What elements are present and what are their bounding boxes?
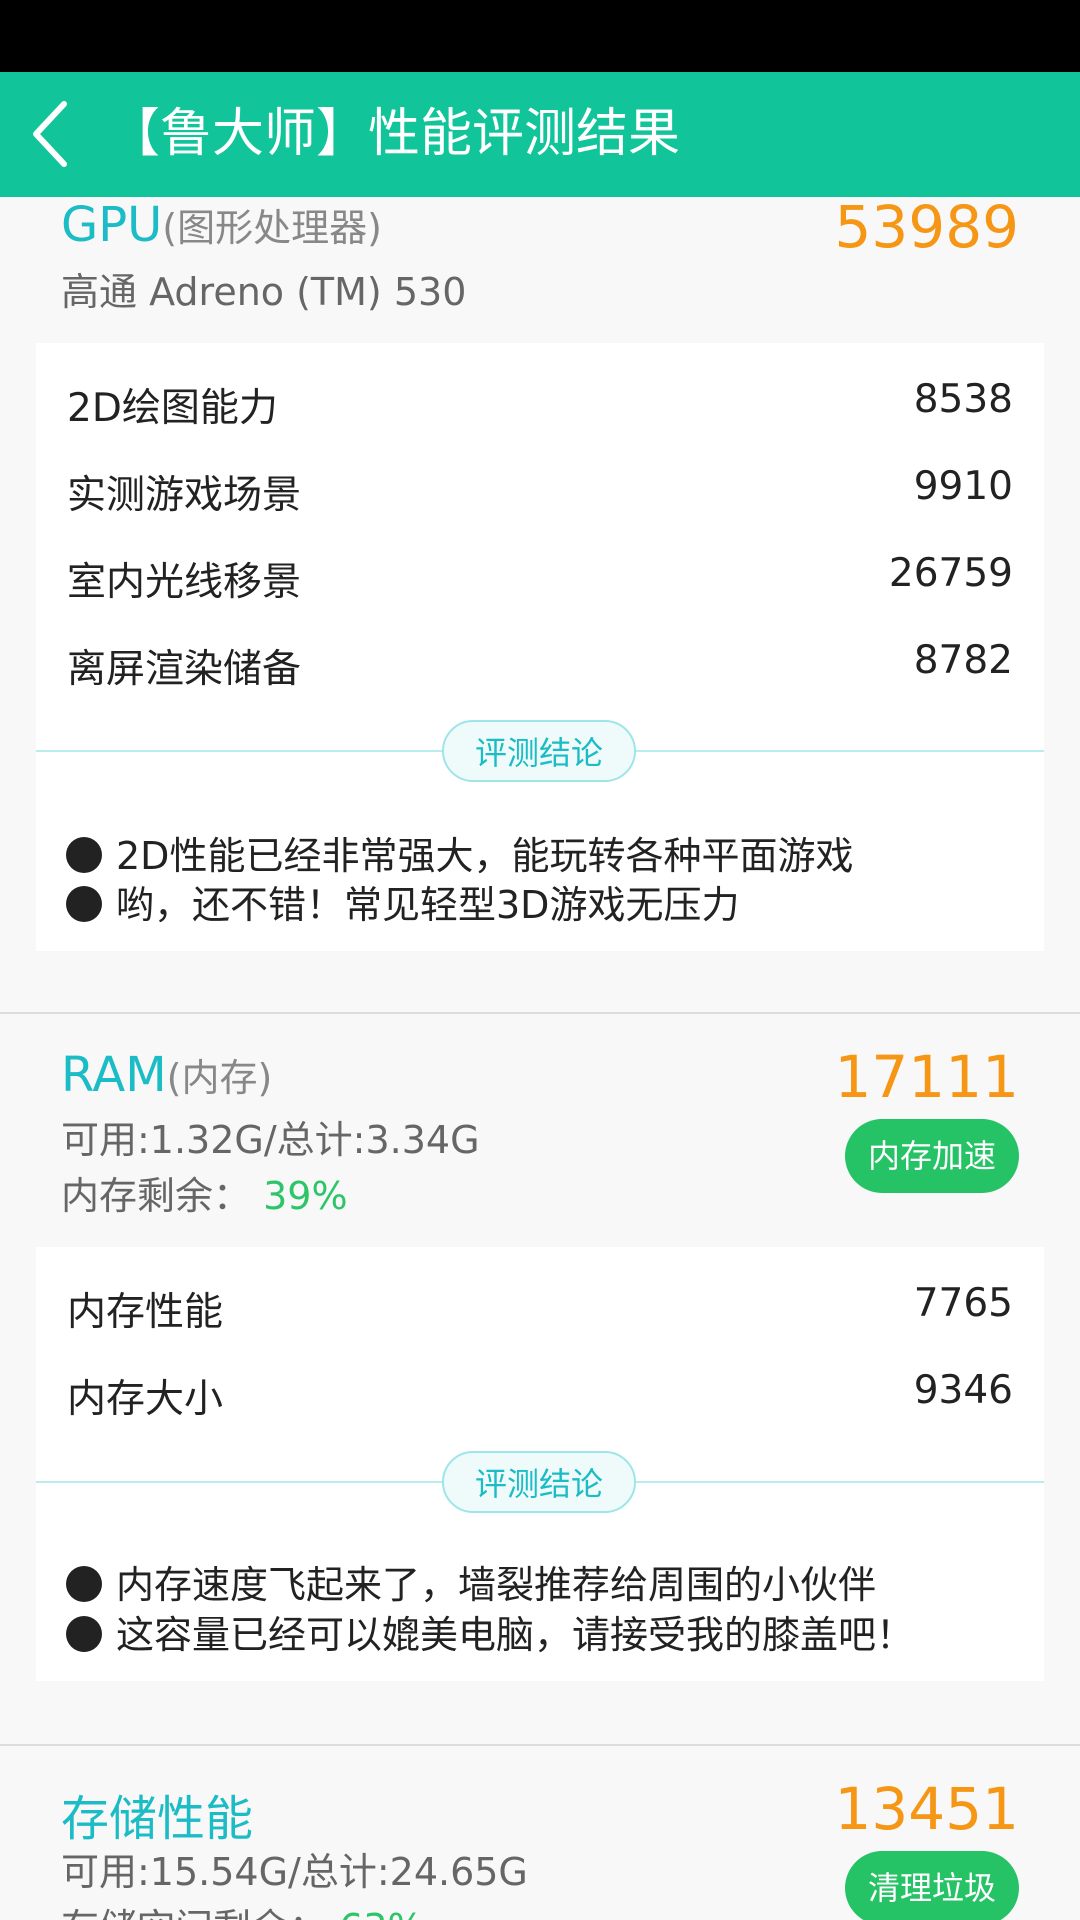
- ram-subtitle: (内存): [166, 1056, 273, 1100]
- row-value: 26759: [888, 551, 1013, 596]
- ram-title: RAM(内存): [61, 1047, 272, 1103]
- storage-score: 13451: [834, 1775, 1019, 1843]
- bullet-icon: [66, 837, 102, 873]
- page-title: 【鲁大师】性能评测结果: [108, 104, 681, 164]
- ram-detail-row: 内存大小 9346: [67, 1368, 1013, 1428]
- gpu-detail-row: 实测游戏场景 9910: [67, 464, 1013, 524]
- ram-remaining: 内存剩余： 39%: [61, 1165, 348, 1220]
- conclusion-item: 2D性能已经非常强大，能玩转各种平面游戏: [66, 825, 853, 880]
- gpu-detail-row: 2D绘图能力 8538: [67, 377, 1013, 437]
- row-value: 9346: [913, 1368, 1013, 1413]
- ram-usage: 可用:1.32G/总计:3.34G: [61, 1118, 480, 1162]
- gpu-subtitle: (图形处理器): [162, 206, 382, 250]
- gpu-model: 高通 Adreno (TM) 530: [61, 270, 467, 314]
- bullet-icon: [66, 886, 102, 922]
- row-value: 8782: [913, 638, 1013, 683]
- storage-remaining: 存储空间剩余： 63%: [61, 1897, 424, 1920]
- conclusion-text: 哟，还不错！常见轻型3D游戏无压力: [116, 883, 740, 927]
- row-label: 实测游戏场景: [67, 473, 302, 518]
- conclusion-text: 这容量已经可以媲美电脑，请接受我的膝盖吧！: [116, 1613, 915, 1657]
- conclusion-badge: 评测结论: [442, 720, 636, 782]
- gpu-detail-row: 离屏渲染储备 8782: [67, 638, 1013, 698]
- bullet-icon: [66, 1616, 102, 1652]
- conclusion-text: 内存速度飞起来了，墙裂推荐给周围的小伙伴: [116, 1563, 877, 1607]
- memory-boost-button[interactable]: 内存加速: [845, 1119, 1019, 1193]
- storage-remaining-label: 存储空间剩余：: [61, 1906, 327, 1920]
- conclusion-item: 哟，还不错！常见轻型3D游戏无压力: [66, 874, 739, 929]
- storage-remaining-value: 63%: [339, 1906, 423, 1920]
- gpu-title-text: GPU: [61, 197, 163, 253]
- row-label: 内存大小: [67, 1377, 224, 1422]
- ram-detail-card: 内存性能 7765 内存大小 9346 评测结论 内存速度飞起来了，墙裂推荐给周…: [36, 1247, 1044, 1681]
- section-divider: [0, 1744, 1080, 1746]
- storage-usage: 可用:15.54G/总计:24.65G: [61, 1850, 528, 1894]
- ram-score: 17111: [834, 1043, 1019, 1111]
- results-scroll-area[interactable]: GPU(图形处理器) 53989 高通 Adreno (TM) 530 2D绘图…: [0, 197, 1080, 1920]
- clean-junk-button[interactable]: 清理垃圾: [845, 1851, 1019, 1920]
- conclusion-badge: 评测结论: [442, 1451, 636, 1513]
- chevron-left-icon: [33, 101, 67, 167]
- ram-remaining-label: 内存剩余：: [61, 1174, 252, 1218]
- bullet-icon: [66, 1566, 102, 1602]
- ram-title-text: RAM: [61, 1047, 167, 1103]
- storage-title: 存储性能: [61, 1791, 254, 1847]
- gpu-detail-card: 2D绘图能力 8538 实测游戏场景 9910 室内光线移景 26759 离屏渲…: [36, 343, 1044, 951]
- row-value: 9910: [913, 464, 1013, 509]
- gpu-detail-row: 室内光线移景 26759: [67, 551, 1013, 611]
- row-value: 7765: [913, 1281, 1013, 1326]
- row-label: 离屏渲染储备: [67, 647, 302, 692]
- conclusion-item: 这容量已经可以媲美电脑，请接受我的膝盖吧！: [66, 1604, 914, 1659]
- gpu-score: 53989: [834, 197, 1019, 261]
- gpu-title: GPU(图形处理器): [61, 197, 382, 253]
- ram-remaining-value: 39%: [263, 1174, 348, 1218]
- row-label: 2D绘图能力: [67, 386, 278, 431]
- ram-detail-row: 内存性能 7765: [67, 1281, 1013, 1341]
- conclusion-text: 2D性能已经非常强大，能玩转各种平面游戏: [116, 834, 854, 878]
- row-label: 室内光线移景: [67, 560, 302, 605]
- app-bar: 【鲁大师】性能评测结果: [0, 72, 1080, 197]
- back-button[interactable]: [18, 94, 98, 174]
- row-value: 8538: [913, 377, 1013, 422]
- row-label: 内存性能: [67, 1290, 224, 1335]
- conclusion-item: 内存速度飞起来了，墙裂推荐给周围的小伙伴: [66, 1554, 876, 1609]
- status-bar: [0, 0, 1080, 72]
- section-divider: [0, 1012, 1080, 1014]
